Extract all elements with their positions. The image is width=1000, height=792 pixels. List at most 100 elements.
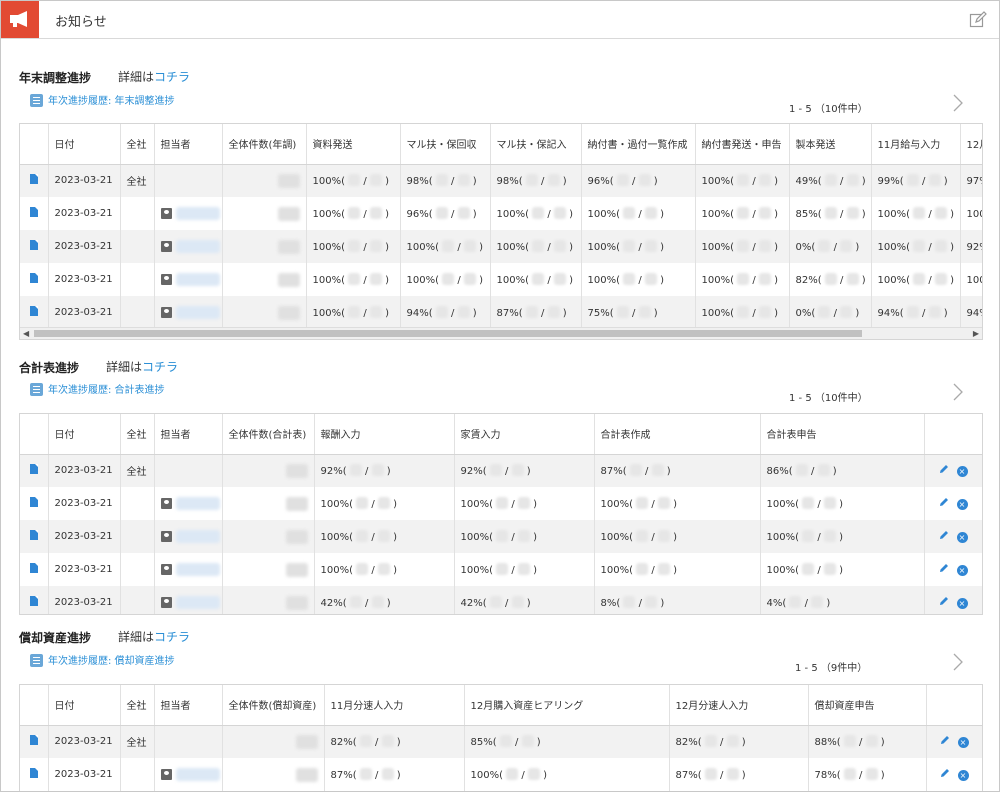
doc-cell[interactable] (20, 164, 49, 197)
progress-count-redacted: ( / ) (788, 464, 837, 478)
progress-cell: 98% ( / ) (490, 164, 582, 197)
doc-cell[interactable] (20, 487, 49, 520)
doc-cell[interactable] (20, 758, 49, 791)
progress-cell: 100% ( / ) (490, 197, 582, 230)
delete-icon[interactable]: × (957, 737, 969, 749)
progress-count-redacted: ( / ) (435, 240, 484, 253)
table-shoukyaku: 日付 全社 担当者 全体件数(償却資産) 11月分速人入力 12月購入資産ヒアリ… (19, 684, 983, 791)
pencil-icon[interactable] (939, 530, 949, 540)
detail-link[interactable]: コチラ (154, 70, 190, 84)
document-icon[interactable] (29, 563, 38, 573)
detail-prefix: 詳細は (118, 70, 155, 84)
total-count-redacted (285, 595, 308, 610)
scroll-left-icon[interactable]: ◀ (23, 329, 29, 338)
staff-name-redacted[interactable] (175, 272, 220, 286)
detail-link[interactable]: コチラ (142, 360, 178, 374)
progress-percent: 42% (460, 598, 483, 609)
pencil-icon[interactable] (939, 464, 949, 474)
history-link-text[interactable]: 年次進捗履歴: 償却資産進捗 (48, 656, 175, 667)
staff-name-redacted[interactable] (175, 206, 220, 220)
staff-cell (154, 197, 223, 230)
pencil-icon[interactable] (939, 563, 949, 573)
progress-percent: 100% (406, 242, 436, 253)
next-page-arrow-icon[interactable] (951, 652, 965, 672)
progress-cell: 100% ( / ) (594, 520, 761, 553)
doc-cell[interactable] (20, 586, 49, 614)
staff-name-redacted[interactable] (175, 595, 220, 609)
staff-name-redacted[interactable] (175, 767, 220, 781)
staff-name-redacted[interactable] (175, 562, 220, 576)
doc-cell[interactable] (20, 520, 49, 553)
document-icon[interactable] (29, 207, 38, 217)
progress-count-redacted: ( / ) (489, 530, 538, 543)
pencil-icon[interactable] (939, 596, 949, 606)
document-icon[interactable] (29, 174, 38, 185)
next-page-arrow-icon[interactable] (951, 93, 965, 113)
scrollbar-thumb[interactable] (34, 330, 862, 337)
delete-icon[interactable]: × (956, 532, 968, 543)
progress-count-redacted: ( / ) (730, 174, 779, 188)
delete-icon[interactable]: × (956, 598, 968, 609)
doc-cell[interactable] (20, 296, 49, 329)
staff-name-redacted[interactable] (175, 496, 220, 510)
document-icon[interactable] (29, 596, 38, 606)
document-icon[interactable] (29, 464, 38, 475)
detail-link[interactable]: コチラ (154, 630, 190, 644)
history-link[interactable]: 年次進捗履歴: 年末調整進捗 (30, 92, 175, 107)
doc-cell[interactable] (20, 197, 49, 230)
col-company: 全社 (120, 685, 155, 726)
date-cell: 2023-03-21 (48, 454, 121, 487)
progress-count-redacted: ( / ) (349, 497, 398, 510)
document-icon[interactable] (29, 530, 38, 540)
doc-cell[interactable] (20, 454, 49, 487)
pencil-icon[interactable] (940, 768, 950, 778)
table-row: 2023-03-21 100% ( / ) 100% ( / ) 100% ( / )… (20, 520, 982, 553)
doc-cell[interactable] (20, 553, 49, 586)
progress-count-redacted: ( / ) (342, 464, 391, 478)
delete-icon[interactable]: × (956, 499, 968, 510)
staff-name-redacted[interactable] (175, 239, 220, 253)
staff-name-redacted[interactable] (175, 305, 220, 319)
staff-name-redacted[interactable] (175, 529, 220, 543)
document-icon[interactable] (29, 306, 38, 316)
edit-icon[interactable] (969, 11, 987, 29)
table-row: 2023-03-21 100% ( / ) 96% ( / ) 100% ( / ) 1… (20, 197, 982, 230)
delete-icon[interactable]: × (957, 770, 969, 781)
progress-count-redacted: ( / ) (629, 497, 678, 510)
document-icon[interactable] (29, 497, 38, 507)
delete-icon[interactable]: × (956, 466, 968, 478)
delete-icon[interactable]: × (956, 565, 968, 576)
user-icon (160, 306, 172, 318)
document-icon[interactable] (29, 735, 38, 746)
progress-count-redacted: ( / ) (492, 735, 541, 749)
pencil-icon[interactable] (940, 735, 950, 745)
progress-count-redacted: ( / ) (349, 530, 398, 543)
document-icon[interactable] (29, 273, 38, 283)
section-goukeihyo: 合計表進捗 詳細はコチラ 年次進捗履歴: 合計表進捗 1 - 5 （10件中） … (1, 353, 999, 618)
progress-cell: 4% ( / ) (760, 586, 925, 614)
col-progress: 12月購入資産ヒアリング (464, 685, 670, 726)
progress-count-redacted: ( / ) (482, 596, 531, 609)
progress-cell: 94% ( / ) (960, 296, 982, 329)
document-icon[interactable] (29, 768, 38, 778)
staff-cell (154, 296, 223, 329)
doc-cell[interactable] (20, 725, 49, 758)
doc-cell[interactable] (20, 230, 49, 263)
history-link-text[interactable]: 年次進捗履歴: 合計表進捗 (48, 385, 165, 396)
next-page-arrow-icon[interactable] (951, 382, 965, 402)
progress-count-redacted: ( / ) (609, 306, 658, 319)
section-title: 償却資産進捗 (19, 631, 92, 645)
horizontal-scrollbar[interactable]: ◀ ▶ (20, 327, 982, 339)
progress-percent: 100% (600, 499, 630, 510)
pencil-icon[interactable] (939, 497, 949, 507)
progress-percent: 100% (460, 565, 490, 576)
history-link[interactable]: 年次進捗履歴: 償却資産進捗 (30, 652, 175, 667)
history-link-text[interactable]: 年次進捗履歴: 年末調整進捗 (48, 96, 175, 107)
progress-percent: 100% (877, 209, 907, 220)
scroll-right-icon[interactable]: ▶ (973, 329, 979, 338)
document-icon[interactable] (29, 240, 38, 250)
progress-cell: 100% ( / ) (400, 230, 491, 263)
history-link[interactable]: 年次進捗履歴: 合計表進捗 (30, 381, 165, 396)
doc-cell[interactable] (20, 263, 49, 296)
company-cell: 全社 (120, 725, 155, 758)
